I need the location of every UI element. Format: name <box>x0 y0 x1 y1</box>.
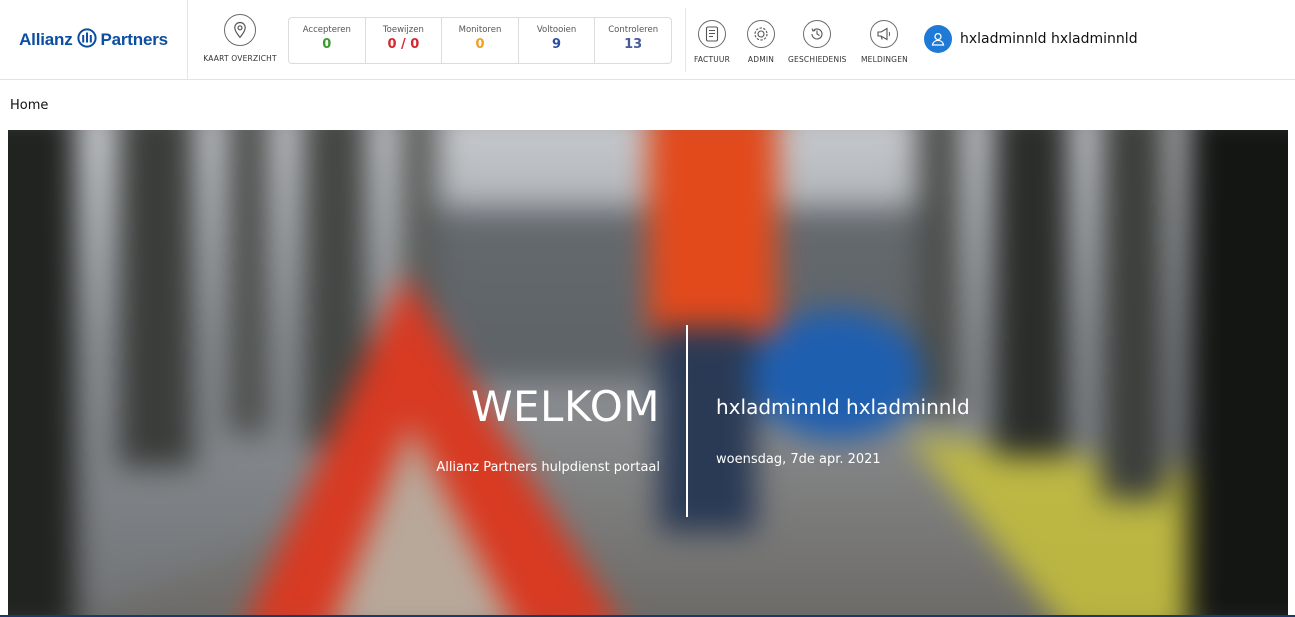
admin-label: ADMIN <box>747 55 775 64</box>
invoice-button[interactable]: FACTUUR <box>694 20 730 64</box>
stat-accept-value: 0 <box>322 37 332 52</box>
stat-monitor[interactable]: Monitoren 0 <box>442 18 519 63</box>
history-label: GESCHIEDENIS <box>788 55 847 64</box>
header-divider <box>685 8 686 72</box>
logo-text: Allianz Partners <box>19 27 169 53</box>
stat-review-label: Controleren <box>608 25 659 35</box>
invoice-label: FACTUUR <box>694 55 731 64</box>
status-counters: Accepteren 0 Toewijzen 0 / 0 Monitoren 0… <box>288 17 672 64</box>
banner-divider <box>686 325 688 517</box>
top-header: Allianz Partners KAART OVERZICHT Accepte… <box>0 0 1295 80</box>
banner-content: WELKOM Allianz Partners hulpdienst porta… <box>8 130 1288 615</box>
breadcrumb: Home <box>8 80 1295 130</box>
clock-icon <box>803 20 832 48</box>
admin-button[interactable]: ADMIN <box>747 20 775 64</box>
stat-assign-label: Toewijzen <box>382 25 424 35</box>
welcome-banner: WELKOM Allianz Partners hulpdienst porta… <box>8 130 1288 615</box>
notifications-label: MELDINGEN <box>861 55 908 64</box>
user-menu[interactable]: hxladminnld hxladminnld <box>924 25 1138 53</box>
stat-assign-value: 0 / 0 <box>387 37 420 52</box>
breadcrumb-home[interactable]: Home <box>10 98 48 113</box>
stat-complete[interactable]: Voltooien 9 <box>519 18 596 63</box>
stat-complete-value: 9 <box>552 37 562 52</box>
invoice-icon <box>698 20 727 48</box>
notifications-button[interactable]: MELDINGEN <box>861 20 908 64</box>
allianz-eagle-icon <box>76 27 97 53</box>
logo-name-left: Allianz <box>19 30 73 49</box>
avatar-user-icon <box>924 25 952 53</box>
stat-complete-label: Voltooien <box>536 25 577 35</box>
stat-accept-label: Accepteren <box>302 25 351 35</box>
portal-subtitle: Allianz Partners hulpdienst portaal <box>436 460 660 475</box>
stat-assign[interactable]: Toewijzen 0 / 0 <box>366 18 443 63</box>
map-overview-label: KAART OVERZICHT <box>203 54 277 63</box>
banner-user-name: hxladminnld hxladminnld <box>716 395 970 419</box>
stat-monitor-label: Monitoren <box>458 25 502 35</box>
stat-review-value: 13 <box>624 37 643 52</box>
brand-logo[interactable]: Allianz Partners <box>0 0 188 80</box>
map-pin-icon <box>224 14 256 46</box>
stat-monitor-value: 0 <box>475 37 485 52</box>
logo-name-right: Partners <box>100 30 169 49</box>
user-name: hxladminnld hxladminnld <box>960 31 1138 47</box>
megaphone-icon <box>870 20 899 48</box>
app: Allianz Partners KAART OVERZICHT Accepte… <box>0 0 1295 617</box>
stat-accept[interactable]: Accepteren 0 <box>289 18 366 63</box>
stat-review[interactable]: Controleren 13 <box>595 18 671 63</box>
map-overview-button[interactable]: KAART OVERZICHT <box>198 14 282 74</box>
gear-icon <box>747 20 775 48</box>
history-button[interactable]: GESCHIEDENIS <box>788 20 847 64</box>
welcome-heading: WELKOM <box>470 382 660 431</box>
banner-date: woensdag, 7de apr. 2021 <box>716 452 881 467</box>
